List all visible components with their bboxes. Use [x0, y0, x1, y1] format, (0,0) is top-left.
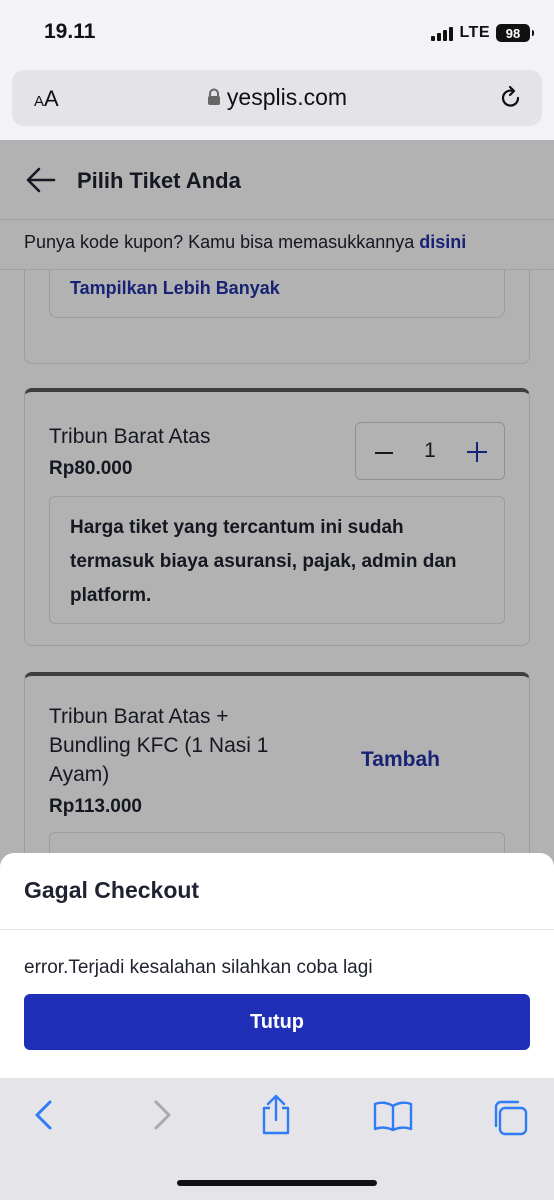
network-type: LTE	[459, 24, 490, 41]
address-bar[interactable]: AA yesplis.com	[12, 70, 542, 126]
forward-icon[interactable]	[150, 1098, 174, 1132]
lock-icon	[207, 88, 220, 105]
status-time: 19.11	[44, 20, 96, 43]
close-button[interactable]: Tutup	[24, 994, 530, 1050]
bookmarks-icon[interactable]	[373, 1100, 413, 1132]
signal-icon	[431, 25, 454, 41]
error-dialog: Gagal Checkout error.Terjadi kesalahan s…	[0, 853, 554, 1078]
battery-icon: 98	[496, 24, 534, 42]
reload-icon[interactable]	[498, 85, 524, 111]
dialog-title: Gagal Checkout	[24, 877, 200, 903]
url-text: yesplis.com	[226, 84, 348, 110]
status-bar: 19.11 LTE 98	[0, 0, 554, 68]
share-icon[interactable]	[258, 1094, 294, 1136]
status-indicators: LTE 98	[431, 23, 534, 43]
dialog-message: error.Terjadi kesalahan silahkan coba la…	[24, 957, 373, 978]
tabs-icon[interactable]	[492, 1100, 528, 1136]
url-display[interactable]: yesplis.com	[12, 84, 542, 111]
back-icon[interactable]	[32, 1098, 56, 1132]
browser-address-area: AA yesplis.com	[0, 68, 554, 140]
home-indicator	[177, 1180, 377, 1186]
dialog-divider	[0, 929, 554, 930]
